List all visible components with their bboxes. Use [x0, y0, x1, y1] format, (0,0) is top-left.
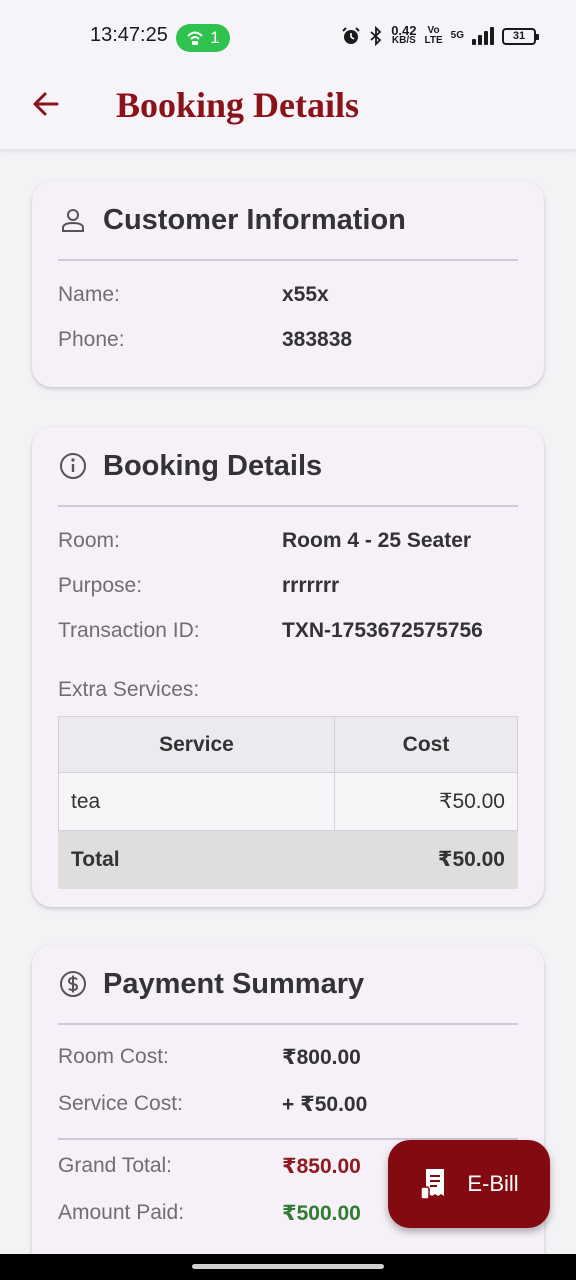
room-label: Room:	[58, 529, 120, 552]
payment-summary-card: Payment Summary Room Cost: ₹800.00 Servi…	[32, 945, 544, 1280]
booking-details-card: Booking Details Room: Room 4 - 25 Seater…	[32, 427, 544, 907]
phone-value: 383838	[282, 328, 353, 351]
name-row: Name: x55x	[58, 283, 518, 328]
signal-icon	[472, 27, 494, 45]
room-value: Room 4 - 25 Seater	[282, 529, 472, 552]
hotspot-icon	[187, 31, 203, 45]
room-cost-row: Room Cost: ₹800.00	[58, 1045, 518, 1092]
total-value: ₹50.00	[334, 830, 518, 889]
battery-icon: 31	[502, 27, 539, 45]
name-value: x55x	[282, 283, 329, 306]
phone-label: Phone:	[58, 328, 125, 351]
customer-info-card: Customer Information Name: x55x Phone: 3…	[32, 181, 544, 387]
page-title: Booking Details	[116, 85, 360, 125]
room-row: Room: Room 4 - 25 Seater	[58, 529, 518, 574]
hotspot-indicator: 1	[176, 24, 230, 52]
person-icon	[58, 205, 88, 235]
cost-cell: ₹50.00	[334, 772, 518, 831]
table-row: tea ₹50.00	[58, 772, 518, 831]
status-time: 13:47:25	[90, 24, 168, 46]
service-cell: tea	[58, 772, 335, 831]
e-bill-label: E-Bill	[467, 1171, 519, 1196]
amount-paid-value: ₹500.00	[282, 1202, 361, 1225]
transaction-label: Transaction ID:	[58, 619, 200, 642]
services-table: Service Cost tea ₹50.00 Total ₹50.00	[58, 716, 518, 889]
service-cost-value: + ₹50.00	[282, 1093, 368, 1116]
hotspot-count: 1	[210, 28, 220, 47]
phone-row: Phone: 383838	[58, 328, 518, 373]
receipt-icon	[420, 1169, 445, 1200]
grand-total-label: Grand Total:	[58, 1154, 173, 1177]
volte-indicator: Vo LTE	[424, 25, 443, 46]
grand-total-value: ₹850.00	[282, 1155, 361, 1178]
back-button[interactable]	[28, 86, 64, 122]
bluetooth-icon	[370, 26, 382, 46]
dollar-circle-icon	[58, 969, 88, 999]
table-total-row: Total ₹50.00	[58, 830, 518, 889]
booking-details-header: Booking Details	[58, 427, 518, 507]
customer-info-title: Customer Information	[103, 203, 406, 236]
system-nav-bar	[0, 1254, 576, 1280]
arrow-left-icon	[33, 92, 59, 116]
status-icons: 0.42 KB/S Vo LTE 5G 31	[341, 23, 539, 46]
e-bill-button[interactable]: E-Bill	[388, 1140, 550, 1228]
service-cost-row: Service Cost: + ₹50.00	[58, 1092, 518, 1128]
total-label: Total	[58, 830, 335, 889]
name-label: Name:	[58, 283, 120, 306]
cost-column-header: Cost	[334, 716, 518, 773]
app-bar: Booking Details	[0, 66, 576, 150]
purpose-label: Purpose:	[58, 574, 143, 597]
purpose-value: rrrrrrr	[282, 574, 340, 597]
payment-summary-title: Payment Summary	[103, 967, 365, 1000]
table-header-row: Service Cost	[58, 716, 518, 773]
network-type: 5G	[450, 30, 464, 41]
net-speed: 0.42 KB/S	[391, 23, 417, 46]
booking-details-title: Booking Details	[103, 449, 323, 482]
payment-summary-header: Payment Summary	[58, 945, 518, 1025]
info-icon	[58, 451, 88, 481]
purpose-row: Purpose: rrrrrrr	[58, 574, 518, 619]
room-cost-value: ₹800.00	[282, 1046, 361, 1069]
extra-services-label: Extra Services:	[58, 678, 200, 701]
transaction-row: Transaction ID: TXN-1753672575756	[58, 619, 518, 664]
customer-info-header: Customer Information	[58, 181, 518, 261]
status-bar: 13:47:25 1 0.42 KB/S Vo LTE 5G 31	[0, 0, 576, 66]
amount-paid-label: Amount Paid:	[58, 1201, 185, 1224]
home-gesture-handle[interactable]	[192, 1264, 384, 1269]
service-cost-label: Service Cost:	[58, 1092, 183, 1115]
service-column-header: Service	[58, 716, 335, 773]
alarm-icon	[342, 27, 360, 44]
transaction-value: TXN-1753672575756	[282, 619, 483, 642]
room-cost-label: Room Cost:	[58, 1045, 169, 1068]
